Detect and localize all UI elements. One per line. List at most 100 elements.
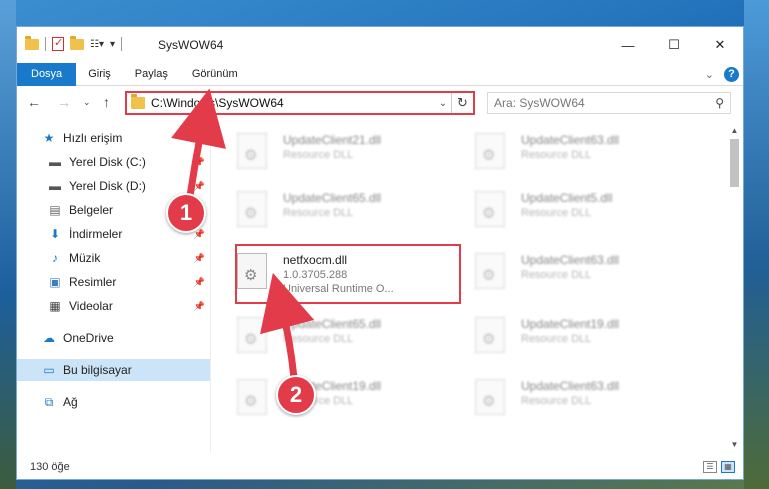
refresh-icon[interactable]: ↻ [451,93,473,113]
quick-access-toolbar: ☷▾ ▾ [25,35,123,51]
pin-icon: 📌 [193,276,205,287]
list-item[interactable]: ⚙ UpdateClient65.dll Resource DLL [217,311,437,359]
details-view-icon[interactable]: ☰ [703,461,717,473]
pin-icon: 📌 [193,156,205,167]
dll-file-icon: ⚙ [475,379,505,415]
scroll-thumb[interactable] [730,139,739,187]
file-name: UpdateClient63.dll [521,133,620,147]
title-bar: ☷▾ ▾ SysWOW64 — ☐ ✕ [17,27,743,63]
drive-icon: ▬ [49,155,61,169]
maximize-button[interactable]: ☐ [651,27,697,63]
file-name: UpdateClient5.dll [521,191,613,205]
help-icon[interactable]: ? [724,67,739,82]
file-name: UpdateClient65.dll [283,317,382,331]
sidebar-item-local-disk-c[interactable]: ▬ Yerel Disk (C:) 📌 [47,151,209,173]
forward-arrow-icon[interactable]: → [57,94,71,110]
ribbon-tabs: Dosya Giriş Paylaş Görünüm [17,62,743,86]
download-icon: ⬇ [49,227,61,241]
sidebar-item-onedrive[interactable]: ☁ OneDrive [41,327,209,349]
list-item[interactable]: ⚙ UpdateClient63.dll Resource DLL [455,247,675,295]
tab-share[interactable]: Paylaş [123,63,180,86]
window-controls: — ☐ ✕ [605,27,743,63]
tab-home[interactable]: Giriş [76,63,123,86]
desktop-background-right [744,0,769,489]
search-input[interactable]: Ara: SysWOW64 [494,96,715,110]
pin-icon: 📌 [193,300,205,311]
network-icon: ⧉ [44,394,54,409]
scroll-up-icon[interactable]: ▲ [726,123,743,139]
minimize-button[interactable]: — [605,27,651,63]
video-icon: ▦ [49,299,61,313]
expand-ribbon-icon[interactable]: ⌄ [705,68,714,81]
separator [121,37,123,51]
dll-file-icon: ⚙ [475,253,505,289]
customize-toolbar-icon[interactable]: ☷▾ [90,39,104,50]
recent-locations-icon[interactable]: ⌄ [83,97,91,108]
file-name: UpdateClient63.dll [521,379,620,393]
navigation-pane: ★ Hızlı erişim ▬ Yerel Disk (C:) 📌 ▬ Yer… [17,123,211,453]
folder-icon[interactable] [25,35,39,50]
list-item[interactable]: ⚙ UpdateClient63.dll Resource DLL [455,127,675,175]
up-arrow-icon[interactable]: ↑ [103,94,110,110]
tab-view[interactable]: Görünüm [180,63,250,86]
sidebar-item-label: Videolar [69,299,113,313]
sidebar-item-music[interactable]: ♪ Müzik 📌 [47,247,209,269]
file-description: Resource DLL [521,207,592,219]
toolbar-dropdown-icon[interactable]: ▾ [110,39,115,50]
desktop-background-left [0,0,16,489]
scroll-down-icon[interactable]: ▼ [726,437,743,453]
dll-file-icon: ⚙ [237,191,267,227]
music-icon: ♪ [52,251,58,265]
callout-step-1: 1 [166,193,206,233]
pin-icon: 📌 [193,252,205,263]
list-item[interactable]: ⚙ UpdateClient63.dll Resource DLL [455,373,675,421]
status-bar: 130 öğe [17,455,743,479]
list-item[interactable]: ⚙ UpdateClient65.dll Resource DLL [217,185,437,233]
star-icon: ★ [43,131,55,145]
tiles-view-icon[interactable]: ▦ [721,461,735,473]
sidebar-item-pictures[interactable]: ▣ Resimler 📌 [47,271,209,293]
address-bar[interactable]: C:\Windows\SysWOW64 ⌄ ↻ [125,91,475,115]
sidebar-item-videos[interactable]: ▦ Videolar 📌 [47,295,209,317]
address-path[interactable]: C:\Windows\SysWOW64 [151,96,435,110]
properties-icon[interactable] [52,36,64,51]
file-name: UpdateClient65.dll [283,191,382,205]
search-box[interactable]: Ara: SysWOW64 ⚲ [487,92,731,114]
dll-file-icon: ⚙ [237,133,267,169]
address-dropdown-icon[interactable]: ⌄ [435,98,451,109]
list-item[interactable]: ⚙ UpdateClient19.dll Resource DLL [455,311,675,359]
back-arrow-icon[interactable]: ← [27,94,41,110]
sidebar-item-label: Yerel Disk (C:) [69,155,146,169]
sidebar-item-network[interactable]: ⧉ Ağ [41,391,209,413]
item-count: 130 öğe [30,461,70,473]
list-item[interactable]: ⚙ UpdateClient19.dll Resource DLL [217,373,437,421]
sidebar-item-quick-access[interactable]: ★ Hızlı erişim [41,127,209,149]
navigation-bar: ← → ⌄ ↑ C:\Windows\SysWOW64 ⌄ ↻ Ara: Sys… [17,87,743,119]
separator [45,37,46,51]
drive-icon: ▬ [49,179,61,193]
vertical-scrollbar[interactable]: ▲ ▼ [726,123,743,453]
ribbon-right-controls: ⌄ ? [705,67,739,82]
file-description: Resource DLL [283,149,354,161]
window-title: SysWOW64 [158,38,224,52]
list-item[interactable]: ⚙ UpdateClient21.dll Resource DLL [217,127,437,175]
file-name: UpdateClient19.dll [521,317,620,331]
file-name: UpdateClient21.dll [283,133,382,147]
close-button[interactable]: ✕ [697,27,743,63]
document-icon: ▤ [49,203,61,217]
sidebar-item-label: Resimler [69,275,117,289]
pin-icon: 📌 [193,180,205,191]
file-description: Resource DLL [521,333,592,345]
sidebar-item-this-pc[interactable]: ▭ Bu bilgisayar [17,359,210,381]
sidebar-item-label: Belgeler [69,203,114,217]
sidebar-item-label: İndirmeler [69,227,123,241]
cloud-icon: ☁ [43,331,55,345]
new-folder-icon[interactable] [70,35,84,50]
file-description: Resource DLL [521,269,592,281]
dll-file-icon: ⚙ [475,317,505,353]
list-item[interactable]: ⚙ UpdateClient5.dll Resource DLL [455,185,675,233]
tab-file[interactable]: Dosya [17,62,77,86]
computer-icon: ▭ [43,363,55,377]
file-name: UpdateClient63.dll [521,253,620,267]
sidebar-item-label: Müzik [69,251,101,265]
